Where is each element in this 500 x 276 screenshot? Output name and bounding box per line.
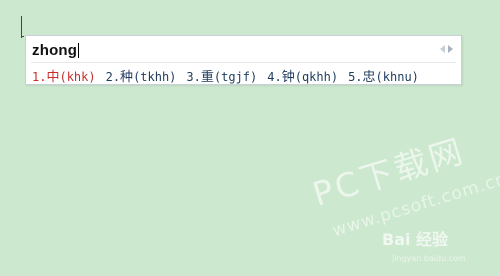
next-page-icon[interactable] [448, 45, 453, 53]
candidate-pager [440, 45, 453, 53]
candidate-index: 2. [105, 70, 121, 84]
baidu-jingyan-logo: Bai 经验 [382, 230, 449, 249]
ime-divider [31, 62, 456, 63]
candidate-char: 重 [200, 70, 214, 85]
candidate-code: (qkhh) [294, 70, 339, 84]
candidate-char: 中 [46, 70, 60, 85]
candidate-char: 钟 [281, 70, 295, 85]
candidate-char: 种 [120, 70, 134, 85]
candidate-code: (tgjf) [213, 70, 258, 84]
ime-candidate-window: zhong 1. 中 (khk) 2. 种 (tkhh) 3. 重 (tgjf)… [25, 35, 462, 85]
prev-page-icon[interactable] [440, 45, 445, 53]
candidate-item-1[interactable]: 1. 中 (khk) [32, 66, 96, 85]
composition-text: zhong [32, 41, 78, 59]
watermark-url: www.pcsoft.com.cn [330, 168, 500, 242]
ime-composition: zhong [32, 41, 80, 59]
candidate-char: 忠 [362, 70, 376, 85]
candidate-code: (khnu) [375, 70, 419, 84]
candidate-item-5[interactable]: 5. 忠 (khnu) [348, 66, 419, 85]
candidate-item-3[interactable]: 3. 重 (tgjf) [186, 66, 257, 85]
document-text-caret [21, 16, 22, 38]
candidate-code: (khk) [59, 70, 96, 84]
candidate-list: 1. 中 (khk) 2. 种 (tkhh) 3. 重 (tgjf) 4. 钟 … [32, 66, 419, 85]
candidate-index: 1. [32, 70, 47, 84]
candidate-item-2[interactable]: 2. 种 (tkhh) [106, 66, 177, 85]
composition-caret [78, 42, 80, 58]
candidate-item-4[interactable]: 4. 钟 (qkhh) [267, 66, 338, 85]
candidate-index: 3. [186, 70, 201, 84]
baidu-jingyan-url: jingyan.baidu.com [392, 254, 466, 263]
candidate-index: 5. [348, 70, 363, 84]
document-caret-foot [21, 36, 24, 37]
candidate-code: (tkhh) [133, 70, 177, 84]
candidate-index: 4. [267, 70, 282, 84]
watermark-title: PC下载网 [308, 130, 470, 214]
